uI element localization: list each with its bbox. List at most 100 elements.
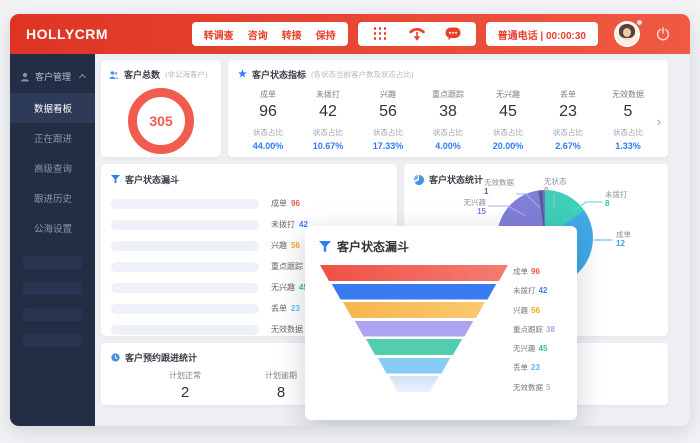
metric-label: 丢单 bbox=[538, 89, 598, 100]
metric-ratio-label: 状态占比 bbox=[538, 127, 598, 138]
sidebar-item-hidden[interactable] bbox=[23, 308, 82, 321]
card-title: 客户总数 bbox=[124, 68, 160, 81]
hangup-phone-icon[interactable] bbox=[406, 23, 428, 45]
avatar-face bbox=[623, 28, 631, 37]
card-subtitle: (各状态当前客户数及状态占比) bbox=[311, 69, 414, 80]
legend-row: 无效数据5 bbox=[513, 382, 563, 393]
dialpad-icon[interactable] bbox=[370, 23, 392, 45]
metrics-columns: 成单 96 状态占比 44.00% 未拨打 42 状态占比 10.67% bbox=[238, 89, 658, 151]
metric-column: 重点跟踪 38 状态占比 4.00% bbox=[418, 89, 478, 151]
pie-callout: 成单 12 bbox=[616, 230, 631, 249]
slice-value: 12 bbox=[616, 239, 631, 249]
sidebar-item-following[interactable]: 正在跟进 bbox=[10, 123, 95, 153]
sidebar-group-customer-mgmt[interactable]: 客户管理 bbox=[10, 64, 95, 93]
customers-icon bbox=[109, 70, 119, 80]
app-window: HOLLYCRM 转调查 咨询 转接 保持 bbox=[10, 14, 690, 426]
metric-value: 42 bbox=[298, 103, 358, 121]
status-metrics-card: ★ 客户状态指标 (各状态当前客户数及状态占比) 成单 96 状态占比 44.0… bbox=[228, 60, 668, 157]
bar-track bbox=[111, 304, 259, 314]
legend-row: 重点跟踪38 bbox=[513, 324, 563, 335]
person-icon bbox=[20, 72, 30, 82]
metric-value: 45 bbox=[478, 103, 538, 121]
slice-value: 1 bbox=[484, 187, 514, 197]
funnel-chart bbox=[319, 265, 509, 395]
metric-label: 重点跟踪 bbox=[418, 89, 478, 100]
funnel-dialog: 客户状态漏斗 成单96 未拨打42 兴趣56 重点跟踪38 无兴趣45 丢单23… bbox=[305, 226, 577, 420]
bar-track bbox=[111, 262, 259, 272]
legend-row: 成单96 bbox=[513, 266, 563, 277]
slice-label: 无效数据 bbox=[484, 178, 514, 187]
bar-track bbox=[111, 199, 259, 209]
bar-label: 兴趣 bbox=[271, 240, 287, 251]
funnel-icon bbox=[319, 241, 331, 253]
bar-value: 96 bbox=[291, 199, 300, 208]
metric-percent: 20.00% bbox=[478, 141, 538, 151]
power-icon[interactable] bbox=[652, 23, 674, 45]
sidebar-item-advanced-query[interactable]: 高级查询 bbox=[10, 153, 95, 183]
sidebar-item-hidden[interactable] bbox=[23, 256, 82, 269]
total-customers-card: 客户总数 (非公海客户) 305 bbox=[101, 60, 221, 157]
slice-label: 无兴趣 bbox=[464, 198, 487, 207]
card-title: 客户状态统计 bbox=[429, 173, 483, 186]
followup-value: 2 bbox=[137, 384, 233, 401]
bar-value: 23 bbox=[291, 304, 300, 313]
consult-button[interactable]: 咨询 bbox=[248, 27, 268, 42]
funnel-layer bbox=[378, 358, 451, 374]
metric-ratio-label: 状态占比 bbox=[598, 127, 658, 138]
legend-row: 丢单23 bbox=[513, 362, 563, 373]
metric-percent: 2.67% bbox=[538, 141, 598, 151]
metric-column: 兴趣 56 状态占比 17.33% bbox=[358, 89, 418, 151]
status-dot bbox=[637, 20, 642, 25]
bar-label: 未拨打 bbox=[271, 219, 295, 230]
bar-label: 重点跟踪 bbox=[271, 261, 303, 272]
card-subtitle: (非公海客户) bbox=[165, 69, 208, 80]
dialog-title: 客户状态漏斗 bbox=[337, 238, 409, 255]
funnel-layer bbox=[332, 284, 497, 300]
sidebar-item-followup-history[interactable]: 跟进历史 bbox=[10, 183, 95, 213]
bar-label: 无效数据 bbox=[271, 324, 303, 335]
call-status-pill: 普通电话 | 00:00:30 bbox=[486, 22, 598, 46]
metric-label: 成单 bbox=[238, 89, 298, 100]
funnel-bar-row: 成单 96 bbox=[111, 193, 387, 214]
call-tools-bar bbox=[358, 22, 476, 46]
metric-column: 未拨打 42 状态占比 10.67% bbox=[298, 89, 358, 151]
bar-track bbox=[111, 283, 259, 293]
metric-percent: 4.00% bbox=[418, 141, 478, 151]
avatar[interactable] bbox=[614, 21, 640, 47]
funnel-layer bbox=[320, 265, 508, 281]
metric-value: 5 bbox=[598, 103, 658, 121]
slice-value: 8 bbox=[605, 199, 628, 209]
metric-label: 无兴趣 bbox=[478, 89, 538, 100]
bar-label: 无兴趣 bbox=[271, 282, 295, 293]
followup-column: 计划正常 2 bbox=[137, 370, 233, 401]
metric-column: 无兴趣 45 状态占比 20.00% bbox=[478, 89, 538, 151]
transfer-survey-button[interactable]: 转调查 bbox=[204, 27, 234, 42]
sidebar-item-pool-settings[interactable]: 公海设置 bbox=[10, 213, 95, 243]
followup-label: 计划正常 bbox=[137, 370, 233, 381]
metric-column: 无效数据 5 状态占比 1.33% bbox=[598, 89, 658, 151]
chevron-right-icon[interactable]: › bbox=[657, 114, 661, 129]
legend-row: 兴趣56 bbox=[513, 305, 563, 316]
bar-label: 成单 bbox=[271, 198, 287, 209]
sidebar-item-hidden[interactable] bbox=[23, 282, 82, 295]
bar-track bbox=[111, 241, 259, 251]
metric-value: 38 bbox=[418, 103, 478, 121]
funnel-layer bbox=[355, 321, 474, 337]
sidebar-item-dashboard[interactable]: 数据看板 bbox=[10, 93, 95, 123]
pie-chart-icon bbox=[414, 175, 424, 185]
hold-button[interactable]: 保持 bbox=[316, 27, 336, 42]
funnel-layer bbox=[366, 339, 462, 355]
transfer-button[interactable]: 转接 bbox=[282, 27, 302, 42]
call-action-bar: 转调查 咨询 转接 保持 bbox=[192, 22, 348, 46]
total-customers-value: 305 bbox=[149, 113, 172, 129]
message-icon[interactable] bbox=[442, 23, 464, 45]
metric-label: 未拨打 bbox=[298, 89, 358, 100]
metric-ratio-label: 状态占比 bbox=[478, 127, 538, 138]
sidebar-item-hidden[interactable] bbox=[23, 334, 82, 347]
funnel-icon bbox=[111, 175, 120, 184]
funnel-layer bbox=[343, 302, 485, 318]
bar-track bbox=[111, 325, 259, 335]
metric-percent: 1.33% bbox=[598, 141, 658, 151]
metric-percent: 17.33% bbox=[358, 141, 418, 151]
slice-label: 无状态 bbox=[544, 177, 567, 186]
